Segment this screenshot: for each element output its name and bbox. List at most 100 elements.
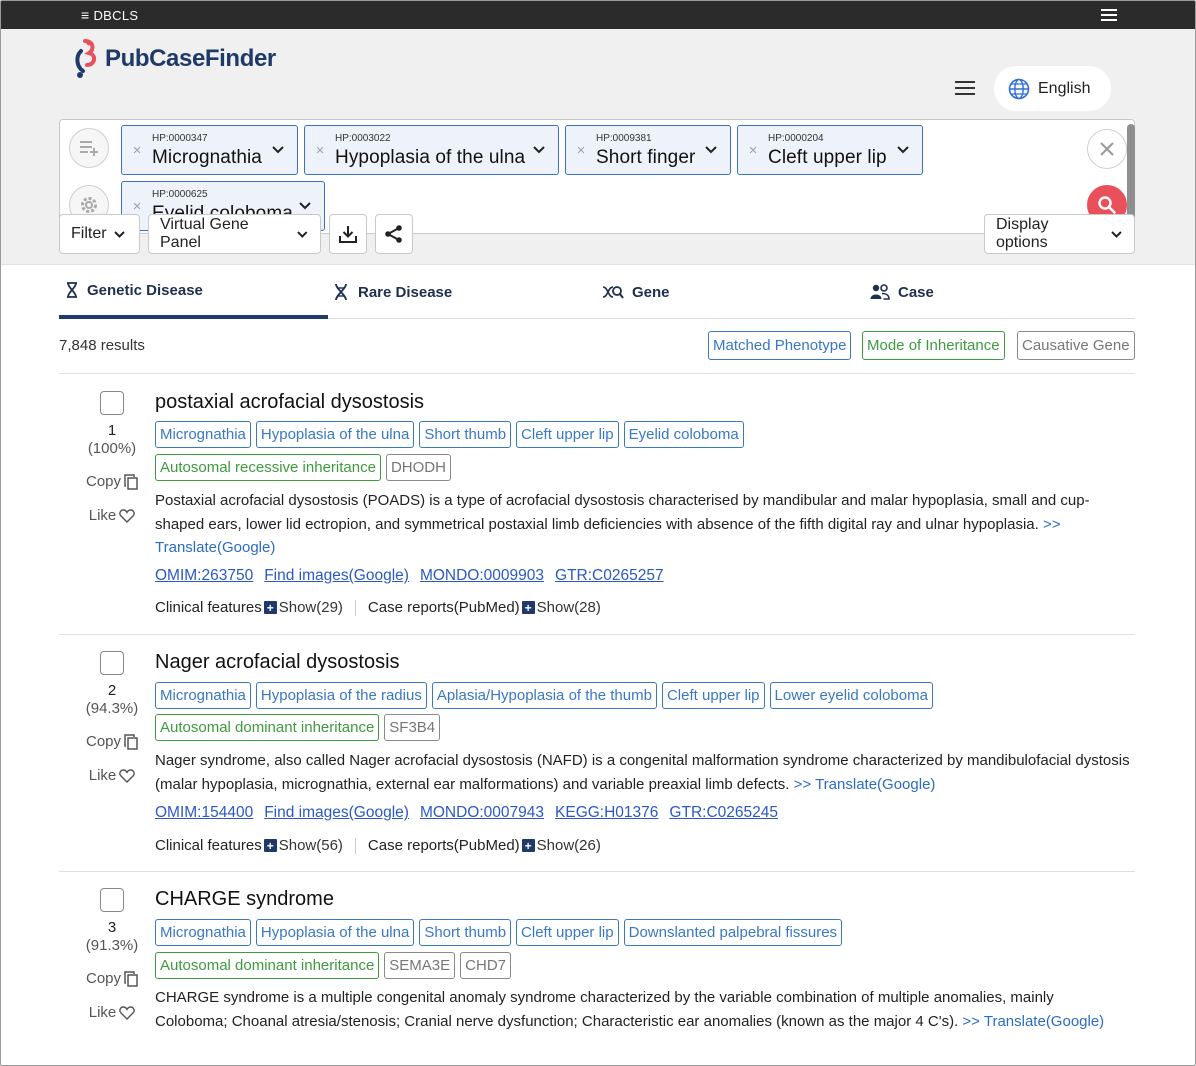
language-selector[interactable]: English bbox=[994, 66, 1111, 111]
remove-chip-icon[interactable]: × bbox=[122, 198, 152, 215]
phenotype-tag[interactable]: Cleft upper lip bbox=[516, 919, 619, 946]
phenotype-tag[interactable]: Cleft upper lip bbox=[661, 682, 765, 709]
like-button[interactable]: Like bbox=[59, 1004, 165, 1021]
like-button[interactable]: Like bbox=[59, 507, 165, 524]
copy-button[interactable]: Copy bbox=[59, 970, 165, 987]
gene-tag[interactable]: CHD7 bbox=[460, 952, 511, 979]
dbcls-brand[interactable]: ≡ DBCLS bbox=[81, 7, 138, 23]
case-reports-show[interactable]: Show(28) bbox=[537, 599, 601, 616]
disease-description: Nager syndrome, also called Nager acrofa… bbox=[155, 752, 1130, 793]
phenotype-tag[interactable]: Short thumb bbox=[419, 919, 512, 946]
hamburger-icon[interactable] bbox=[1101, 9, 1117, 21]
tab-genetic-disease[interactable]: Genetic Disease bbox=[59, 265, 328, 319]
tab-case[interactable]: Case bbox=[870, 265, 934, 319]
clear-button[interactable] bbox=[1087, 129, 1127, 169]
remove-chip-icon[interactable]: × bbox=[305, 142, 335, 159]
gtr-link[interactable]: GTR:C0265245 bbox=[669, 804, 778, 822]
tab-rare-disease[interactable]: Rare Disease bbox=[332, 265, 452, 319]
copy-label: Copy bbox=[85, 970, 122, 987]
chevron-down-icon[interactable] bbox=[298, 201, 312, 211]
phenotype-tag[interactable]: Aplasia/Hypoplasia of the thumb bbox=[431, 682, 657, 709]
remove-chip-icon[interactable]: × bbox=[738, 142, 768, 159]
phenotype-tags: Micrognathia Hypoplasia of the ulna Shor… bbox=[155, 919, 843, 946]
disease-title[interactable]: CHARGE syndrome bbox=[155, 888, 334, 911]
gene-tag[interactable]: SEMA3E bbox=[384, 952, 456, 979]
remove-chip-icon[interactable]: × bbox=[566, 142, 596, 159]
remove-chip-icon[interactable]: × bbox=[122, 142, 152, 159]
plus-icon[interactable]: + bbox=[263, 839, 277, 852]
more-link[interactable]: >> bbox=[1043, 516, 1061, 533]
chevron-down-icon[interactable] bbox=[271, 145, 285, 155]
select-checkbox[interactable] bbox=[100, 391, 124, 415]
display-options-button[interactable]: Display options bbox=[984, 214, 1135, 254]
more-link[interactable]: >> bbox=[962, 1013, 980, 1030]
filter-button[interactable]: Filter bbox=[59, 214, 140, 254]
kegg-link[interactable]: KEGG:H01376 bbox=[555, 804, 658, 822]
gene-tag[interactable]: SF3B4 bbox=[384, 714, 441, 741]
chevron-down-icon[interactable] bbox=[704, 145, 718, 155]
inheritance-tag[interactable]: Autosomal recessive inheritance bbox=[155, 454, 381, 481]
chevron-down-icon[interactable] bbox=[896, 145, 910, 155]
tab-label: Case bbox=[898, 283, 934, 301]
tab-gene[interactable]: Gene bbox=[602, 265, 670, 319]
plus-icon[interactable]: + bbox=[263, 601, 277, 614]
plus-icon[interactable]: + bbox=[521, 601, 535, 614]
find-images-link[interactable]: Find images(Google) bbox=[264, 567, 409, 585]
phenotype-chip[interactable]: × HP:0009381 Short finger bbox=[565, 125, 731, 175]
case-reports-show[interactable]: Show(26) bbox=[537, 837, 601, 854]
omim-link[interactable]: OMIM:263750 bbox=[155, 567, 253, 585]
share-button[interactable] bbox=[375, 214, 413, 254]
gtr-link[interactable]: GTR:C0265257 bbox=[555, 567, 664, 585]
disease-title[interactable]: postaxial acrofacial dysostosis bbox=[155, 391, 424, 414]
plus-icon[interactable]: + bbox=[521, 839, 535, 852]
phenotype-tag[interactable]: Micrognathia bbox=[155, 919, 251, 946]
phenotype-tag[interactable]: Downslanted palpebral fissures bbox=[623, 919, 843, 946]
phenotype-tag[interactable]: Lower eyelid coloboma bbox=[769, 682, 933, 709]
menu-icon[interactable] bbox=[955, 81, 975, 95]
clinical-features-show[interactable]: Show(29) bbox=[279, 599, 343, 616]
mondo-link[interactable]: MONDO:0009903 bbox=[420, 567, 544, 585]
omim-link[interactable]: OMIM:154400 bbox=[155, 804, 253, 822]
add-phenotype-button[interactable] bbox=[69, 128, 109, 168]
mondo-link[interactable]: MONDO:0007943 bbox=[420, 804, 544, 822]
find-images-link[interactable]: Find images(Google) bbox=[264, 804, 409, 822]
translate-link[interactable]: Translate(Google) bbox=[155, 539, 275, 556]
external-links: OMIM:263750 Find images(Google) MONDO:00… bbox=[155, 567, 664, 585]
chevron-down-icon[interactable] bbox=[532, 145, 546, 155]
more-link[interactable]: >> bbox=[794, 776, 812, 793]
phenotype-tag[interactable]: Hypoplasia of the ulna bbox=[255, 421, 415, 448]
virtual-gene-panel-button[interactable]: Virtual Gene Panel bbox=[148, 214, 321, 254]
inheritance-gene-tags: Autosomal dominant inheritance SF3B4 bbox=[155, 714, 441, 741]
phenotype-tag[interactable]: Micrognathia bbox=[155, 682, 251, 709]
heart-icon bbox=[119, 508, 136, 523]
translate-link[interactable]: Translate(Google) bbox=[815, 776, 935, 793]
inheritance-tag[interactable]: Autosomal dominant inheritance bbox=[155, 714, 380, 741]
gene-tag[interactable]: DHODH bbox=[385, 454, 451, 481]
results-count: 7,848 results bbox=[59, 337, 145, 354]
phenotype-tag[interactable]: Cleft upper lip bbox=[516, 421, 619, 448]
download-button[interactable] bbox=[329, 214, 367, 254]
copy-button[interactable]: Copy bbox=[59, 473, 165, 490]
copy-button[interactable]: Copy bbox=[59, 733, 165, 750]
phenotype-chip[interactable]: × HP:0000347 Micrognathia bbox=[121, 125, 298, 175]
app-logo[interactable]: PubCaseFinder bbox=[71, 37, 276, 81]
inheritance-tag[interactable]: Autosomal dominant inheritance bbox=[155, 952, 380, 979]
phenotype-tag[interactable]: Micrognathia bbox=[155, 421, 251, 448]
copy-label: Copy bbox=[85, 473, 122, 490]
clinical-features-show[interactable]: Show(56) bbox=[279, 837, 343, 854]
result-rank: 2 bbox=[107, 682, 117, 699]
phenotype-chip[interactable]: × HP:0003022 Hypoplasia of the ulna bbox=[304, 125, 559, 175]
select-checkbox[interactable] bbox=[100, 888, 124, 912]
like-button[interactable]: Like bbox=[59, 767, 165, 784]
select-checkbox[interactable] bbox=[100, 651, 124, 675]
tab-label: Genetic Disease bbox=[87, 281, 203, 299]
phenotype-tag[interactable]: Hypoplasia of the ulna bbox=[255, 919, 415, 946]
phenotype-chip[interactable]: × HP:0000204 Cleft upper lip bbox=[737, 125, 923, 175]
dna-hourglass-icon bbox=[67, 282, 77, 298]
phenotype-tag[interactable]: Short thumb bbox=[419, 421, 512, 448]
disease-title[interactable]: Nager acrofacial dysostosis bbox=[155, 651, 400, 674]
phenotype-tag[interactable]: Hypoplasia of the radius bbox=[255, 682, 427, 709]
dna-helix-icon bbox=[335, 283, 347, 301]
translate-link[interactable]: Translate(Google) bbox=[984, 1013, 1104, 1030]
phenotype-tag[interactable]: Eyelid coloboma bbox=[623, 421, 744, 448]
